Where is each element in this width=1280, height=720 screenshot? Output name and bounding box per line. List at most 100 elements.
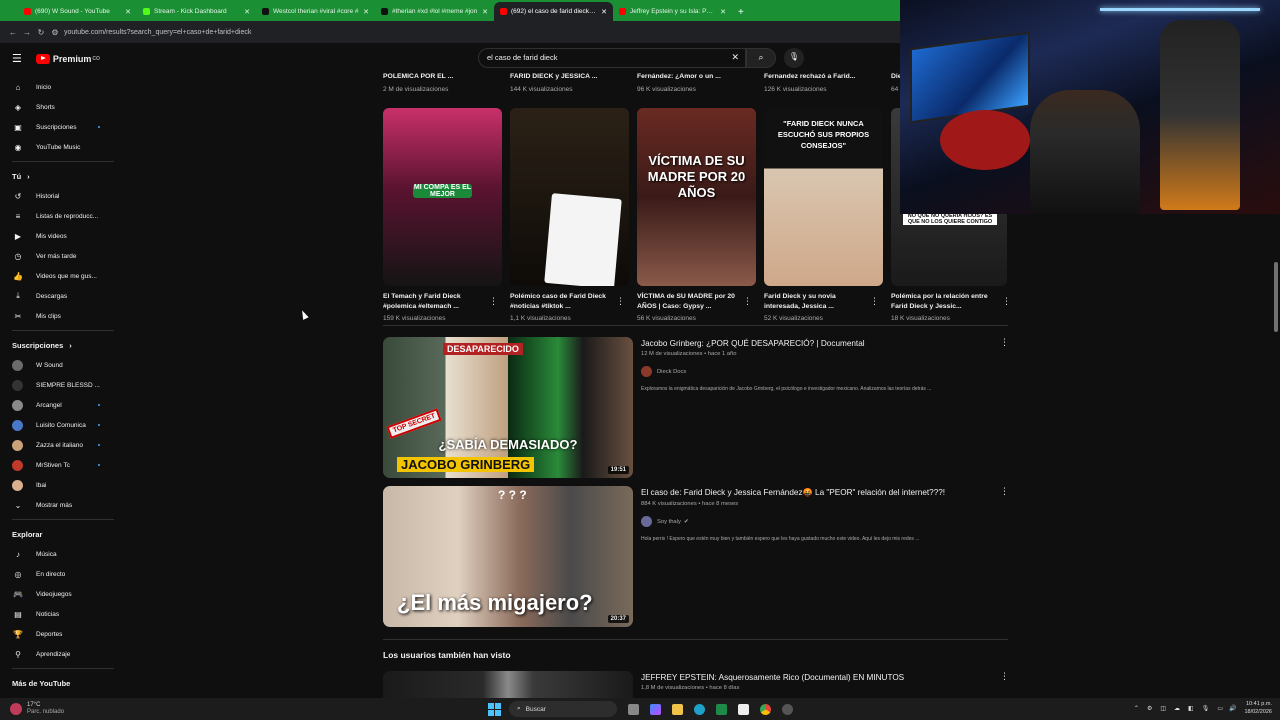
short-title[interactable]: Fernandez rechazó a Farid... — [764, 73, 891, 83]
sidebar-subscription[interactable]: Arcangel — [0, 395, 120, 415]
sidebar-item-home[interactable]: ⌂ Inicio — [0, 77, 120, 97]
short-title[interactable]: Polémico caso de Farid Dieck #noticias #… — [510, 292, 614, 312]
video-result[interactable]: ? ? ? ¿El más migajero? 20:37 El caso de… — [383, 486, 1009, 627]
volume-icon[interactable]: 🔊 — [1229, 705, 1236, 712]
sidebar-item-history[interactable]: ↺ Historial — [0, 186, 120, 206]
forward-arrow-icon[interactable]: → — [20, 28, 34, 37]
sidebar-item-music-note[interactable]: ♪ Música — [0, 544, 120, 564]
video-thumbnail[interactable]: ? ? ? ¿El más migajero? 20:37 — [383, 486, 633, 627]
address-bar-url[interactable]: youtube.com/results?search_query=el+caso… — [64, 29, 251, 36]
video-result[interactable]: JEFFREY EPSTEIN: Asquerosamente Rico (Do… — [383, 671, 1009, 698]
tray-chevron-icon[interactable]: ⌃ — [1134, 705, 1139, 712]
sidebar-item-trophy[interactable]: 🏆 Deportes — [0, 624, 120, 644]
short-thumbnail[interactable]: "FARID DIECK NUNCA ESCUCHÓ SUS PROPIOS C… — [764, 108, 883, 286]
close-tab-icon[interactable]: ✕ — [482, 8, 488, 16]
short-card[interactable]: VÍCTIMA DE SU MADRE POR 20 AÑOS VÍCTIMA d… — [637, 108, 764, 322]
back-arrow-icon[interactable]: ← — [6, 28, 20, 37]
short-card[interactable]: MI COMPA ES EL MEJOR El Temach y Farid Di… — [383, 108, 510, 322]
channel-avatar[interactable] — [641, 516, 652, 527]
task-view-icon[interactable] — [628, 703, 639, 715]
more-options-icon[interactable]: ⋮ — [870, 296, 879, 307]
short-card[interactable]: "FARID DIECK NUNCA ESCUCHÓ SUS PROPIOS C… — [764, 108, 891, 322]
browser-tab[interactable]: #therian #xd #lol #meme #jon ✕ — [375, 2, 494, 21]
new-tab-icon[interactable]: + — [738, 7, 744, 18]
microphone-icon[interactable]: 🎙 — [1202, 705, 1210, 712]
shorts-item-text[interactable]: POLÉMICA POR EL ... 2 M de visualizacione… — [383, 73, 510, 103]
short-card[interactable]: Polémico caso de Farid Dieck #noticias #… — [510, 108, 637, 322]
tray-app-icon[interactable]: ☁ — [1174, 705, 1180, 712]
short-title[interactable]: El Temach y Farid Dieck #polemica #eltem… — [383, 292, 487, 312]
close-tab-icon[interactable]: ✕ — [720, 8, 726, 16]
reload-icon[interactable]: ↻ — [34, 28, 48, 37]
sidebar-subscription[interactable]: Luisito Comunica — [0, 415, 120, 435]
tray-app-icon[interactable]: ◧ — [1188, 705, 1194, 712]
more-options-icon[interactable]: ⋮ — [616, 296, 625, 307]
sidebar-item-music[interactable]: ◉ YouTube Music — [0, 137, 120, 157]
search-input[interactable]: el caso de farid dieck ✕ — [478, 48, 746, 68]
sidebar-item-watch-later[interactable]: ◷ Ver más tarde — [0, 246, 120, 266]
sidebar-section-you[interactable]: Tú › — [0, 166, 120, 186]
sidebar-item-subscriptions[interactable]: ▣ Suscripciones — [0, 117, 120, 137]
sidebar-item-liked[interactable]: 👍 Videos que me gus... — [0, 266, 120, 286]
channel-name[interactable]: Dieck Docs — [657, 369, 686, 375]
close-tab-icon[interactable]: ✕ — [363, 8, 369, 16]
more-options-icon[interactable]: ⋮ — [1000, 337, 1009, 348]
channel[interactable]: Dieck Docs — [641, 366, 1001, 377]
more-options-icon[interactable]: ⋮ — [1000, 486, 1009, 497]
close-tab-icon[interactable]: ✕ — [601, 8, 607, 16]
sidebar-item-download[interactable]: ⤓ Descargas — [0, 286, 120, 306]
short-thumbnail[interactable]: MI COMPA ES EL MEJOR — [383, 108, 502, 286]
voice-search-button[interactable]: 🎙 — [784, 48, 804, 68]
capcut-icon[interactable] — [738, 703, 749, 715]
video-thumbnail[interactable] — [383, 671, 633, 698]
weather-widget[interactable]: 17°C Parc. nublado — [10, 702, 64, 716]
search-button[interactable]: ⌕ — [746, 48, 776, 68]
short-thumbnail[interactable]: VÍCTIMA DE SU MADRE POR 20 AÑOS — [637, 108, 756, 286]
short-title[interactable]: Fernández: ¿Amor o un ... — [637, 73, 764, 83]
edge-icon[interactable] — [694, 703, 705, 715]
sidebar-item-shorts[interactable]: ◈ Shorts — [0, 97, 120, 117]
video-title[interactable]: Jacobo Grinberg: ¿POR QUÉ DESAPARECIÓ? |… — [641, 339, 1001, 348]
chrome-icon[interactable] — [760, 703, 771, 715]
browser-tab[interactable]: Westcol therian #viral #core # ✕ — [256, 2, 375, 21]
sidebar-subscription[interactable]: W Sound — [0, 355, 120, 375]
site-info-icon[interactable]: ⚙ — [48, 28, 62, 37]
tray-app-icon[interactable]: ◫ — [1160, 705, 1166, 712]
video-title[interactable]: JEFFREY EPSTEIN: Asquerosamente Rico (Do… — [641, 673, 1001, 682]
shorts-item-text[interactable]: Fernández: ¿Amor o un ... 96 K visualizac… — [637, 73, 764, 103]
hamburger-menu-icon[interactable]: ☰ — [12, 52, 22, 65]
obs-icon[interactable] — [782, 703, 793, 715]
sidebar-subscription[interactable]: Zazza el italiano — [0, 435, 120, 455]
short-title[interactable]: Farid Dieck y su novia interesada, Jessi… — [764, 292, 868, 312]
short-title[interactable]: FARID DIECK y JESSICA ... — [510, 73, 637, 83]
sidebar-item-news[interactable]: ▤ Noticias — [0, 604, 120, 624]
more-options-icon[interactable]: ⋮ — [743, 296, 752, 307]
youtube-logo[interactable]: ☰ Premium CO — [12, 52, 100, 65]
channel-avatar[interactable] — [641, 366, 652, 377]
browser-tab[interactable]: Stream - Kick Dashboard ✕ — [137, 2, 256, 21]
sidebar-item-learning[interactable]: ⚲ Aprendizaje — [0, 644, 120, 664]
video-title[interactable]: El caso de: Farid Dieck y Jessica Fernán… — [641, 488, 1001, 498]
browser-tab[interactable]: (690) W Sound - YouTube ✕ — [18, 2, 137, 21]
video-result[interactable]: DESAPARECIDO TOP SECRET ¿SABÍA DEMASIADO… — [383, 337, 1009, 478]
network-icon[interactable]: ▭ — [1217, 705, 1223, 712]
windows-start-icon[interactable] — [488, 702, 501, 716]
sidebar-subscription[interactable]: MrStiven Tc — [0, 455, 120, 475]
clock[interactable]: 10:41 p.m. 18/02/2026 — [1244, 700, 1272, 716]
sidebar-subscription[interactable]: Ibai — [0, 475, 120, 495]
sidebar-item-live[interactable]: ◎ En directo — [0, 564, 120, 584]
sidebar-item-clips[interactable]: ✂ Mis clips — [0, 306, 120, 326]
sidebar-subscription[interactable]: SIEMPRE BLESSD ... — [0, 375, 120, 395]
more-options-icon[interactable]: ⋮ — [489, 296, 498, 307]
browser-tab[interactable]: Jeffrey Epstein y su Isla: Parte 1 ✕ — [613, 2, 732, 21]
more-options-icon[interactable]: ⋮ — [1000, 671, 1009, 682]
scrollbar-thumb[interactable] — [1274, 262, 1278, 332]
sidebar-item-playlists[interactable]: ≡ Listas de reproducc... — [0, 206, 120, 226]
short-thumbnail[interactable] — [510, 108, 629, 286]
short-title[interactable]: POLÉMICA POR EL ... — [383, 73, 510, 83]
short-title[interactable]: Polémica por la relación entre Farid Die… — [891, 292, 995, 312]
sidebar-item-gaming[interactable]: 🎮 Videojuegos — [0, 584, 120, 604]
browser-tab[interactable]: (692) el caso de farid dieck - Yo ✕ — [494, 2, 613, 21]
sidebar-section-subscriptions[interactable]: Suscripciones › — [0, 335, 120, 355]
copilot-icon[interactable] — [650, 703, 661, 715]
